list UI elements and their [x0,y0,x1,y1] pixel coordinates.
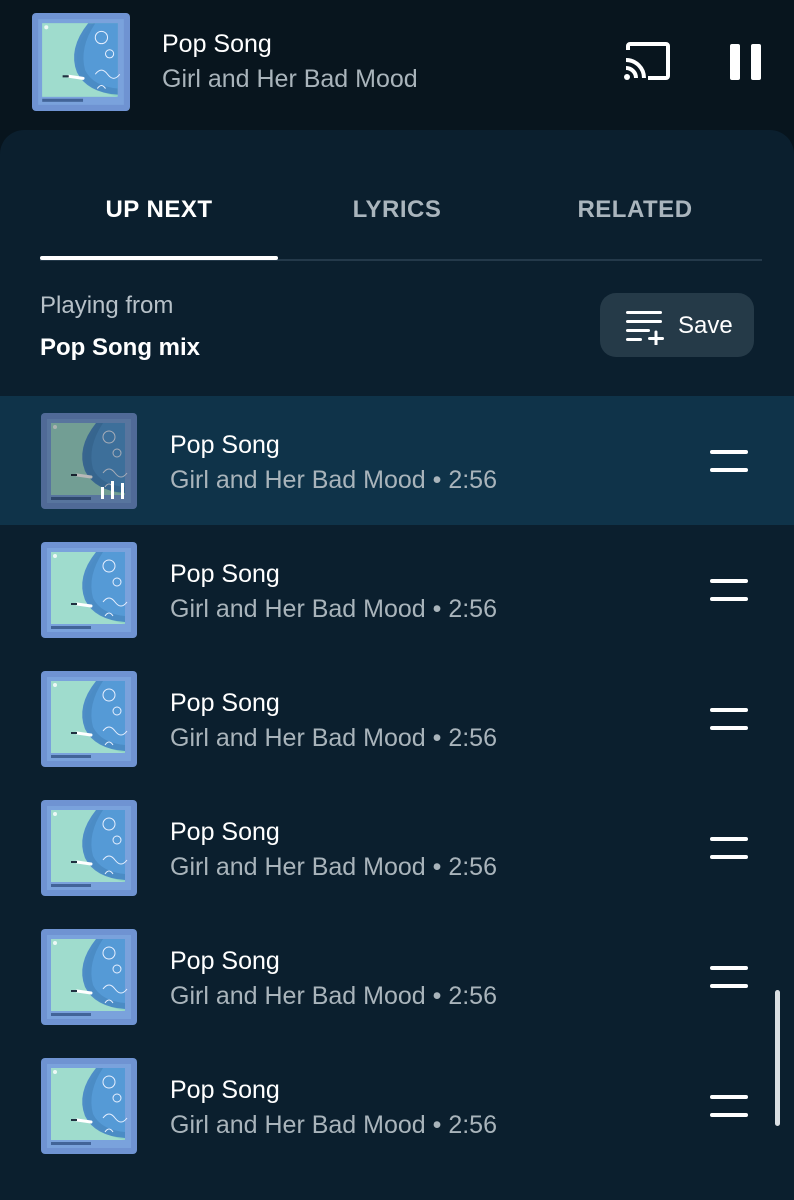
queue-item-subtitle: Girl and Her Bad Mood • 2:56 [170,853,497,881]
queue-item-title: Pop Song [170,818,280,846]
tab-lyrics[interactable]: LYRICS [278,196,516,224]
album-art [41,542,137,638]
mini-player-album-art [32,13,130,111]
now-playing-equalizer-icon [101,481,124,499]
mini-player-artist: Girl and Her Bad Mood [162,65,418,93]
queue-item-subtitle: Girl and Her Bad Mood • 2:56 [170,466,497,494]
tab-bar: UP NEXT LYRICS RELATED [40,130,762,261]
drag-handle-icon[interactable] [710,577,748,603]
queue-item-title: Pop Song [170,431,280,459]
mini-player-title: Pop Song [162,30,272,58]
pause-button[interactable] [724,40,768,84]
save-button[interactable]: Save [600,293,754,357]
playing-from-value: Pop Song mix [40,334,201,361]
queue-item-subtitle: Girl and Her Bad Mood • 2:56 [170,982,497,1010]
pause-icon [730,44,761,80]
queue-item[interactable]: Pop Song Girl and Her Bad Mood • 2:56 [0,396,794,525]
queue-item[interactable]: Pop Song Girl and Her Bad Mood • 2:56 [0,1041,794,1170]
tab-up-next[interactable]: UP NEXT [40,196,278,224]
album-art [41,671,137,767]
queue-item[interactable]: Pop Song Girl and Her Bad Mood • 2:56 [0,525,794,654]
drag-handle-icon[interactable] [710,706,748,732]
album-art [41,800,137,896]
drag-handle-icon[interactable] [710,448,748,474]
playing-from-label: Playing from [40,292,174,319]
playlist-add-icon [626,311,664,345]
save-button-label: Save [678,312,733,339]
scrollbar[interactable] [775,990,780,1126]
queue-item-subtitle: Girl and Her Bad Mood • 2:56 [170,1111,497,1139]
album-art [41,1058,137,1154]
queue-item-title: Pop Song [170,1076,280,1104]
mini-player[interactable]: Pop Song Girl and Her Bad Mood [0,0,794,130]
tab-related[interactable]: RELATED [516,196,754,224]
cast-button[interactable] [622,40,674,84]
queue-item[interactable]: Pop Song Girl and Her Bad Mood • 2:56 [0,783,794,912]
drag-handle-icon[interactable] [710,964,748,990]
queue-item-title: Pop Song [170,689,280,717]
queue-item[interactable]: Pop Song Girl and Her Bad Mood • 2:56 [0,654,794,783]
cast-icon [624,42,670,80]
drag-handle-icon[interactable] [710,1093,748,1119]
album-art [41,929,137,1025]
queue-item-title: Pop Song [170,947,280,975]
drag-handle-icon[interactable] [710,835,748,861]
queue-item[interactable]: Pop Song Girl and Her Bad Mood • 2:56 [0,912,794,1041]
queue-item-subtitle: Girl and Her Bad Mood • 2:56 [170,724,497,752]
queue-item-title: Pop Song [170,560,280,588]
queue-sheet: UP NEXT LYRICS RELATED Playing from Pop … [0,130,794,1200]
active-tab-indicator [40,256,278,260]
queue-item-subtitle: Girl and Her Bad Mood • 2:56 [170,595,497,623]
album-art [41,413,137,509]
